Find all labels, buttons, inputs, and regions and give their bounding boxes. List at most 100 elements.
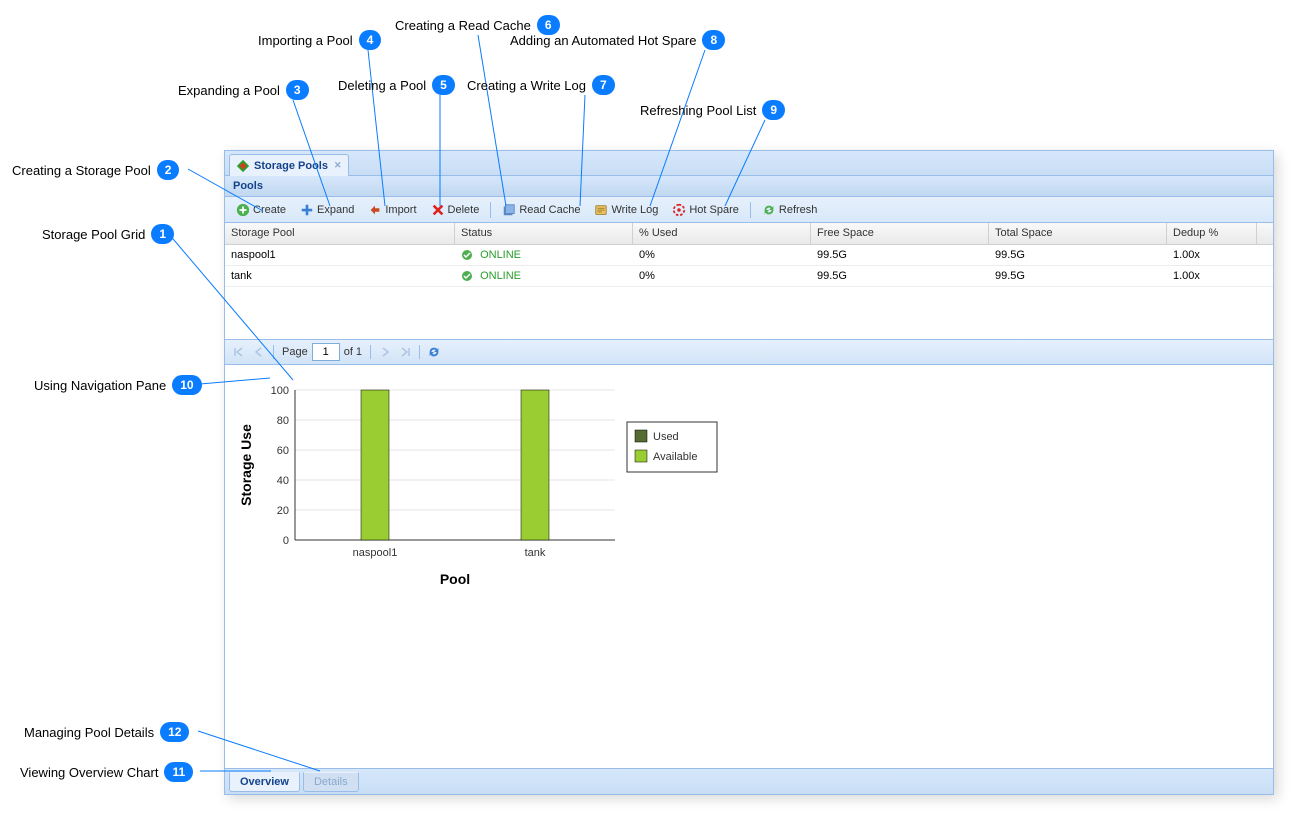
delete-icon <box>431 203 445 217</box>
create-button[interactable]: Create <box>230 201 292 219</box>
paging-separator <box>273 345 274 359</box>
callout-label: Storage Pool Grid <box>42 227 145 242</box>
create-icon <box>236 203 250 217</box>
prev-page-button[interactable] <box>251 344 267 360</box>
tab-overview[interactable]: Overview <box>229 772 300 792</box>
column-header-status[interactable]: Status <box>455 223 633 244</box>
writelog-button[interactable]: Write Log <box>588 201 664 219</box>
hotspare-button[interactable]: Hot Spare <box>666 201 745 219</box>
svg-text:naspool1: naspool1 <box>353 547 398 559</box>
callout-label: Managing Pool Details <box>24 725 154 740</box>
cell-used: 0% <box>633 268 811 284</box>
callout-10: Using Navigation Pane 10 <box>34 375 202 395</box>
callout-label: Refreshing Pool List <box>640 103 756 118</box>
button-label: Write Log <box>611 204 658 216</box>
close-icon[interactable]: ✕ <box>334 160 342 171</box>
expand-button[interactable]: Expand <box>294 201 360 219</box>
svg-text:60: 60 <box>277 445 289 457</box>
column-header-dedup[interactable]: Dedup % <box>1167 223 1257 244</box>
refresh-page-button[interactable] <box>426 344 442 360</box>
cell-free: 99.5G <box>811 268 989 284</box>
storage-pools-icon <box>236 159 250 173</box>
tab-label: Storage Pools <box>254 160 328 172</box>
cell-total: 99.5G <box>989 268 1167 284</box>
callout-label: Creating a Write Log <box>467 78 586 93</box>
delete-button[interactable]: Delete <box>425 201 486 219</box>
cell-pool: naspool1 <box>225 247 455 263</box>
column-header-pool[interactable]: Storage Pool <box>225 223 455 244</box>
refresh-icon <box>762 203 776 217</box>
svg-text:tank: tank <box>525 547 546 559</box>
hotspare-icon <box>672 203 686 217</box>
svg-text:Storage Use: Storage Use <box>238 424 254 506</box>
bottom-tab-strip: Overview Details <box>225 768 1273 794</box>
first-page-button[interactable] <box>231 344 247 360</box>
paging-toolbar: Page of 1 <box>225 339 1273 365</box>
callout-badge: 5 <box>432 75 455 95</box>
cell-status: ONLINE <box>455 247 633 263</box>
import-button[interactable]: Import <box>362 201 422 219</box>
table-row[interactable]: naspool1 ONLINE 0% 99.5G 99.5G 1.00x <box>225 245 1273 266</box>
tab-storage-pools[interactable]: Storage Pools ✕ <box>229 154 349 176</box>
refresh-button[interactable]: Refresh <box>756 201 824 219</box>
callout-badge: 11 <box>164 762 193 782</box>
cell-total: 99.5G <box>989 247 1167 263</box>
callout-badge: 8 <box>702 30 725 50</box>
last-page-button[interactable] <box>397 344 413 360</box>
writelog-icon <box>594 203 608 217</box>
button-label: Create <box>253 204 286 216</box>
storage-pools-window: Storage Pools ✕ Pools Create Expand Impo… <box>224 150 1274 795</box>
grid-body: naspool1 ONLINE 0% 99.5G 99.5G 1.00x tan… <box>225 245 1273 339</box>
callout-label: Expanding a Pool <box>178 83 280 98</box>
callout-4: Importing a Pool 4 <box>258 30 381 50</box>
page-of-label: of 1 <box>344 346 362 358</box>
status-online-icon <box>461 270 473 282</box>
toolbar-separator <box>490 202 491 218</box>
callout-9: Refreshing Pool List 9 <box>640 100 785 120</box>
paging-separator <box>370 345 371 359</box>
status-online-icon <box>461 249 473 261</box>
callout-badge: 1 <box>151 224 174 244</box>
column-header-total[interactable]: Total Space <box>989 223 1167 244</box>
status-text: ONLINE <box>480 249 521 261</box>
callout-2: Creating a Storage Pool 2 <box>12 160 179 180</box>
button-label: Import <box>385 204 416 216</box>
svg-text:Pool: Pool <box>440 571 470 587</box>
next-page-button[interactable] <box>377 344 393 360</box>
tab-details[interactable]: Details <box>303 772 359 792</box>
button-label: Delete <box>448 204 480 216</box>
svg-text:Available: Available <box>653 451 697 463</box>
svg-text:100: 100 <box>271 385 289 397</box>
panel-title: Pools <box>225 176 1273 197</box>
callout-label: Adding an Automated Hot Spare <box>510 33 696 48</box>
cell-dedup: 1.00x <box>1167 268 1257 284</box>
callout-label: Importing a Pool <box>258 33 353 48</box>
cell-used: 0% <box>633 247 811 263</box>
svg-text:40: 40 <box>277 475 289 487</box>
import-icon <box>368 203 382 217</box>
page-number-input[interactable] <box>312 343 340 361</box>
column-header-used[interactable]: % Used <box>633 223 811 244</box>
callout-7: Creating a Write Log 7 <box>467 75 615 95</box>
button-label: Read Cache <box>519 204 580 216</box>
grid-header: Storage Pool Status % Used Free Space To… <box>225 223 1273 245</box>
page-label: Page <box>282 346 308 358</box>
cell-free: 99.5G <box>811 247 989 263</box>
table-row[interactable]: tank ONLINE 0% 99.5G 99.5G 1.00x <box>225 266 1273 287</box>
expand-icon <box>300 203 314 217</box>
readcache-button[interactable]: Read Cache <box>496 201 586 219</box>
toolbar-separator <box>750 202 751 218</box>
callout-1: Storage Pool Grid 1 <box>42 224 174 244</box>
toolbar: Create Expand Import Delete Read Cache W… <box>225 197 1273 223</box>
callout-8: Adding an Automated Hot Spare 8 <box>510 30 725 50</box>
column-header-free[interactable]: Free Space <box>811 223 989 244</box>
cell-pool: tank <box>225 268 455 284</box>
status-text: ONLINE <box>480 270 521 282</box>
svg-text:Used: Used <box>653 431 679 443</box>
top-tab-strip: Storage Pools ✕ <box>225 151 1273 176</box>
callout-11: Viewing Overview Chart 11 <box>20 762 193 782</box>
callout-badge: 10 <box>172 375 201 395</box>
readcache-icon <box>502 203 516 217</box>
callout-badge: 7 <box>592 75 615 95</box>
paging-separator <box>419 345 420 359</box>
